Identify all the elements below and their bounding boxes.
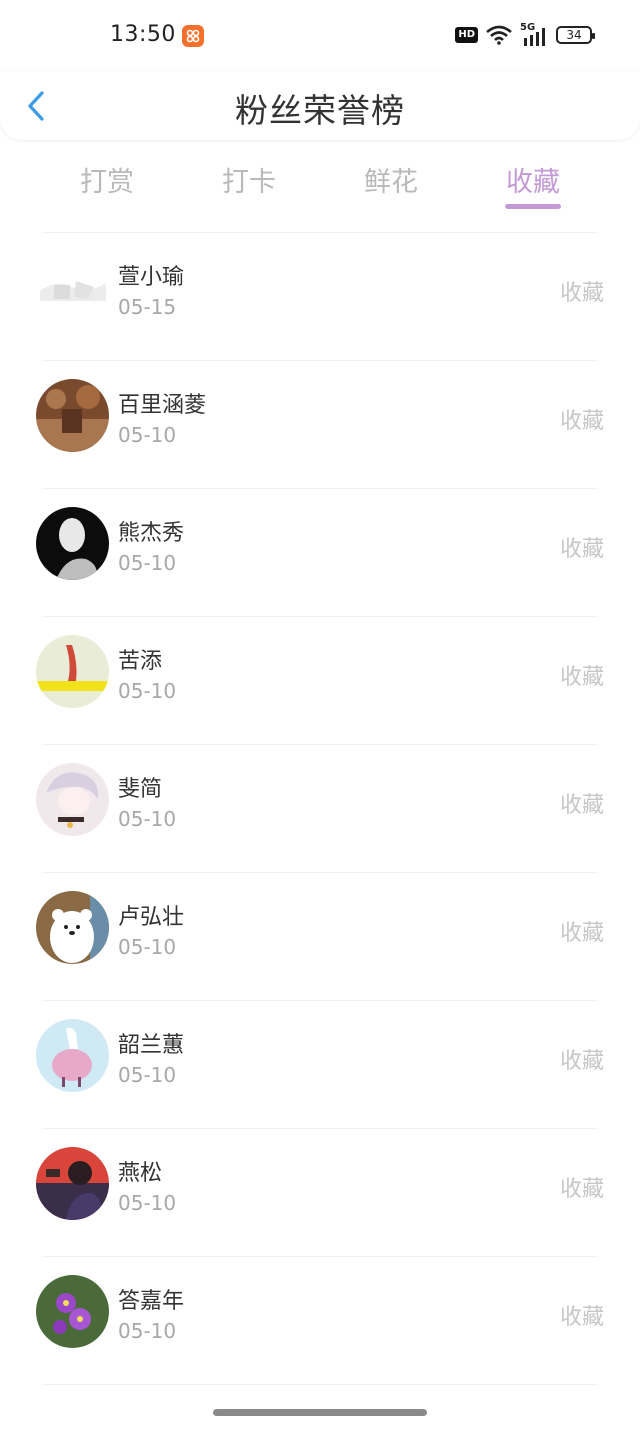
avatar: [36, 1275, 109, 1348]
avatar: [36, 379, 109, 452]
fan-list: 萱小瑜 05-15 收藏 百里涵菱 05-10 收藏 熊杰秀 05-10 收藏 …: [0, 232, 640, 1385]
avatar: [36, 763, 109, 836]
tab-flowers[interactable]: 鲜花: [341, 160, 441, 199]
tab-bar: 打赏 打卡 鲜花 收藏: [0, 152, 640, 214]
status-time: 13:50: [110, 22, 176, 47]
collect-label: 收藏: [559, 665, 604, 690]
active-tab-indicator: [505, 204, 561, 209]
page-header: 粉丝荣誉榜: [0, 72, 640, 140]
tab-checkin[interactable]: 打卡: [199, 160, 299, 199]
fan-date: 05-10: [118, 935, 177, 959]
avatar: [36, 635, 109, 708]
page-title: 粉丝荣誉榜: [235, 91, 405, 130]
list-item[interactable]: 萱小瑜 05-15 收藏: [0, 233, 640, 360]
collect-label: 收藏: [559, 1177, 604, 1202]
avatar: [36, 891, 109, 964]
battery-icon: 34: [556, 26, 595, 44]
list-item[interactable]: 韶兰蕙 05-10 收藏: [0, 1001, 640, 1128]
fan-name: 答嘉年: [118, 1289, 185, 1314]
wifi-icon: [486, 25, 512, 45]
avatar: [36, 1147, 109, 1220]
list-item[interactable]: 燕松 05-10 收藏: [0, 1129, 640, 1256]
fan-date: 05-10: [118, 1319, 177, 1343]
fan-date: 05-10: [118, 551, 177, 575]
collect-label: 收藏: [559, 1305, 604, 1330]
list-item[interactable]: 苦添 05-10 收藏: [0, 617, 640, 744]
list-item[interactable]: 熊杰秀 05-10 收藏: [0, 489, 640, 616]
fan-name: 卢弘壮: [118, 905, 185, 930]
collect-label: 收藏: [559, 537, 604, 562]
collect-label: 收藏: [559, 1049, 604, 1074]
fan-date: 05-15: [118, 295, 177, 319]
avatar: [36, 1019, 109, 1092]
list-item[interactable]: 答嘉年 05-10 收藏: [0, 1257, 640, 1384]
collect-label: 收藏: [559, 281, 604, 306]
hd-icon: HD: [455, 27, 478, 43]
fan-name: 苦添: [118, 649, 163, 674]
fan-date: 05-10: [118, 1063, 177, 1087]
fan-name: 斐简: [118, 777, 163, 802]
collect-label: 收藏: [559, 409, 604, 434]
fan-date: 05-10: [118, 423, 177, 447]
list-item[interactable]: 卢弘壮 05-10 收藏: [0, 873, 640, 1000]
tab-collect[interactable]: 收藏: [483, 160, 583, 199]
fan-date: 05-10: [118, 1191, 177, 1215]
signal-icon: 5G: [520, 22, 548, 46]
app-notification-icon: [182, 25, 204, 47]
collect-label: 收藏: [559, 793, 604, 818]
status-bar: 13:50 HD 5G 34: [0, 0, 640, 72]
fan-name: 百里涵菱: [118, 393, 207, 418]
divider: [42, 1384, 598, 1385]
tab-reward[interactable]: 打赏: [57, 160, 157, 199]
collect-label: 收藏: [559, 921, 604, 946]
list-item[interactable]: 斐简 05-10 收藏: [0, 745, 640, 872]
avatar: [36, 507, 109, 580]
list-item[interactable]: 百里涵菱 05-10 收藏: [0, 361, 640, 488]
fan-name: 熊杰秀: [118, 521, 185, 546]
fan-name: 萱小瑜: [118, 265, 185, 290]
fan-name: 韶兰蕙: [118, 1033, 185, 1058]
fan-name: 燕松: [118, 1161, 163, 1186]
home-indicator[interactable]: [213, 1409, 427, 1416]
avatar: [36, 251, 109, 324]
fan-date: 05-10: [118, 807, 177, 831]
fan-date: 05-10: [118, 679, 177, 703]
status-icons: HD 5G 34: [455, 22, 595, 46]
